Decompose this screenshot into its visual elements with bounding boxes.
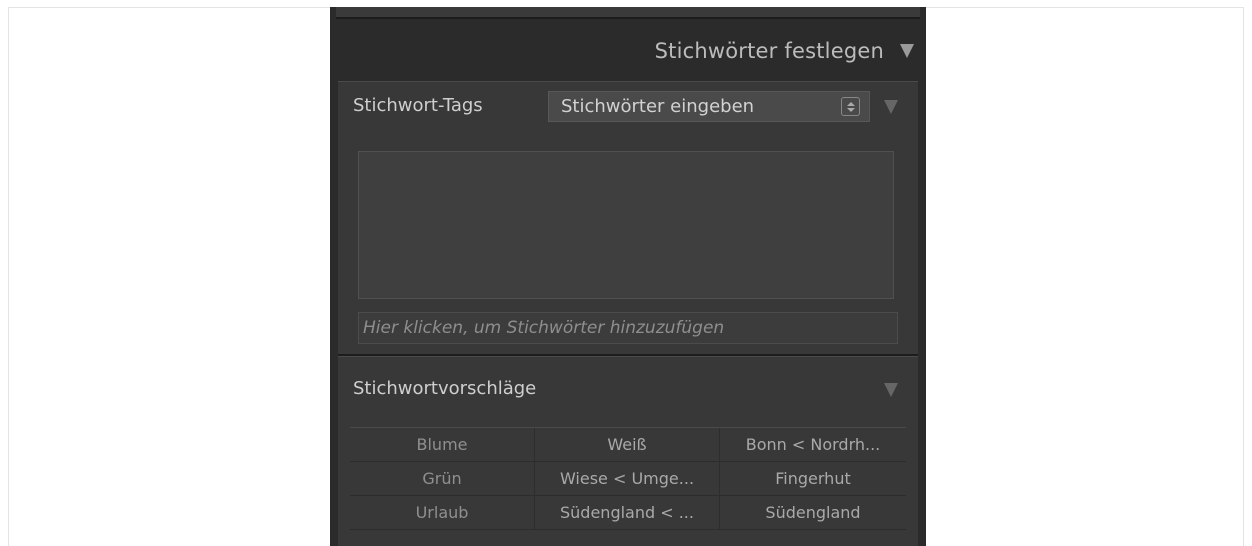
keyword-suggestions-collapse[interactable] [884,383,898,397]
suggestion-keyword[interactable]: Fingerhut [720,462,906,496]
page-border-right [1243,7,1244,546]
panel-top-strip [336,7,920,19]
keyword-suggestions-section: Stichwortvorschläge Blume Weiß Bonn < No… [338,356,918,546]
keyword-tags-collapse[interactable] [884,100,898,114]
keyword-entry-mode-value: Stichwörter eingeben [561,96,755,117]
triangle-down-icon [884,100,898,114]
suggestion-keyword[interactable]: Urlaub [350,496,534,530]
suggestion-keyword[interactable]: Südengland [720,496,906,530]
add-keywords-input[interactable]: Hier klicken, um Stichwörter hinzuzufüge… [358,312,898,344]
keywording-panel: Stichwörter festlegen Stichwort-Tags Sti… [330,7,926,546]
suggestion-keyword[interactable]: Blume [350,428,534,462]
suggestion-keyword[interactable]: Wiese < Umge... [534,462,720,496]
add-keywords-placeholder: Hier klicken, um Stichwörter hinzuzufüge… [363,318,725,338]
keyword-suggestions-label: Stichwortvorschläge [353,377,537,399]
keyword-tags-section: Stichwort-Tags Stichwörter eingeben Hier… [338,81,918,356]
suggestion-keyword[interactable]: Südengland < ... [534,496,720,530]
suggestion-keyword[interactable]: Weiß [534,428,720,462]
triangle-down-icon [884,383,898,397]
suggestion-keyword[interactable]: Bonn < Nordrh... [720,428,906,462]
panel-title: Stichwörter festlegen [654,39,884,63]
page-border-left [8,7,9,546]
panel-header[interactable]: Stichwörter festlegen [330,21,926,81]
keyword-entry-mode-select[interactable]: Stichwörter eingeben [548,91,870,122]
up-down-stepper-icon [841,97,860,116]
suggestion-keyword[interactable]: Grün [350,462,534,496]
keyword-suggestions-header: Stichwortvorschläge [338,357,918,419]
keywords-textarea[interactable] [358,151,894,299]
keyword-tags-label: Stichwort-Tags [353,94,483,116]
keyword-suggestions-grid: Blume Weiß Bonn < Nordrh... Grün Wiese <… [350,427,906,530]
collapse-triangle-icon[interactable] [900,44,914,58]
